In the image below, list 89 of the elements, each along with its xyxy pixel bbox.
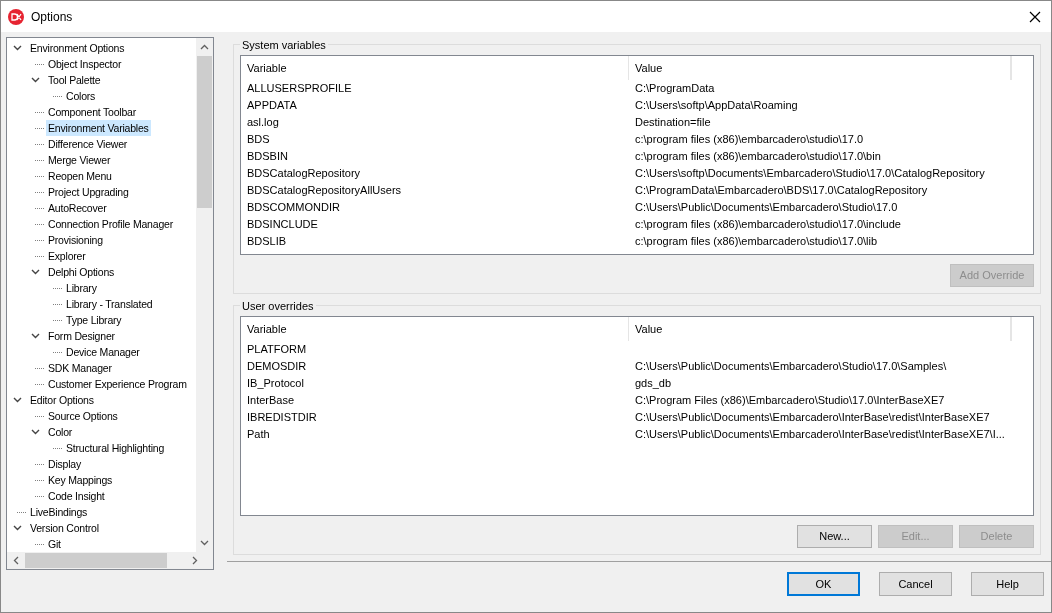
collapse-chevron-icon[interactable] — [31, 429, 40, 435]
tree-item[interactable]: Display — [46, 456, 84, 472]
app-logo-icon — [8, 8, 24, 25]
tree-item[interactable]: LiveBindings — [28, 504, 90, 520]
table-cell: DEMOSDIR — [247, 360, 307, 373]
table-cell: APPDATA — [247, 99, 297, 112]
table-cell: c:\program files (x86)\embarcadero\studio\17.0\lib — [635, 235, 878, 248]
table-cell: BDS — [247, 133, 270, 146]
tree-item[interactable]: Project Upgrading — [46, 184, 131, 200]
table-cell: C:\Users\Public\Documents\Embarcadero\InterBase\redist\InterBaseXE7\I... — [635, 428, 1005, 441]
tree-item[interactable]: Device Manager — [64, 344, 142, 360]
tree-item[interactable]: Customer Experience Program — [46, 376, 189, 392]
tree-item[interactable]: Connection Profile Manager — [46, 216, 175, 232]
tree-item[interactable]: Library - Translated — [64, 296, 155, 312]
tree-item[interactable]: Editor Options — [28, 392, 96, 408]
scroll-right-icon[interactable] — [192, 556, 198, 565]
tree-item[interactable]: Colors — [64, 88, 98, 104]
button[interactable]: Cancel — [879, 572, 952, 596]
tree-item[interactable]: Key Mappings — [46, 472, 115, 488]
tree-item[interactable]: Environment Options — [28, 40, 127, 56]
table-cell: IB_Protocol — [247, 377, 304, 390]
table-cell: Destination=file — [635, 116, 711, 129]
close-icon[interactable] — [1029, 10, 1041, 23]
scroll-thumb[interactable] — [25, 553, 167, 568]
collapse-chevron-icon[interactable] — [31, 333, 40, 339]
table-cell: asl.log — [247, 116, 279, 129]
scroll-down-icon[interactable] — [200, 540, 209, 546]
tree-item[interactable]: Explorer — [46, 248, 88, 264]
scroll-thumb[interactable] — [197, 56, 212, 208]
tree-item[interactable]: Library — [64, 280, 99, 296]
table-cell: BDSBIN — [247, 150, 288, 163]
tree-item[interactable]: Merge Viewer — [46, 152, 113, 168]
table-cell: C:\Users\softp\Documents\Embarcadero\Studio\17.0\CatalogRepository — [635, 167, 985, 180]
tree-item[interactable]: Color — [46, 424, 75, 440]
column-header[interactable]: Variable — [241, 317, 629, 341]
window-title: Options — [31, 8, 73, 26]
table-cell: ALLUSERSPROFILE — [247, 82, 352, 95]
tree-item[interactable]: Difference Viewer — [46, 136, 130, 152]
tree-item[interactable]: Object Inspector — [46, 56, 124, 72]
column-header[interactable]: Value — [629, 317, 1011, 341]
collapse-chevron-icon[interactable] — [13, 525, 22, 531]
table-cell: BDSLIB — [247, 235, 287, 248]
column-header[interactable]: Variable — [241, 56, 629, 80]
tree-item[interactable]: Delphi Options — [46, 264, 117, 280]
tree-item[interactable]: Environment Variables — [46, 120, 151, 136]
table-cell: C:\Program Files (x86)\Embarcadero\Studio\17.0\InterBaseXE7 — [635, 394, 945, 407]
table-cell: BDSCatalogRepositoryAllUsers — [247, 184, 402, 197]
table-cell: PLATFORM — [247, 343, 307, 356]
collapse-chevron-icon[interactable] — [31, 269, 40, 275]
vertical-scrollbar[interactable] — [196, 38, 213, 552]
table-cell: C:\Users\Public\Documents\Embarcadero\InterBase\redist\InterBaseXE7 — [635, 411, 990, 424]
table-cell: BDSCOMMONDIR — [247, 201, 340, 214]
scroll-up-icon[interactable] — [200, 44, 209, 50]
table-cell: C:\Users\Public\Documents\Embarcadero\Studio\17.0\Samples\ — [635, 360, 947, 373]
collapse-chevron-icon[interactable] — [13, 45, 22, 51]
table-cell: InterBase — [247, 394, 295, 407]
scroll-left-icon[interactable] — [13, 556, 19, 565]
tree-item[interactable]: Form Designer — [46, 328, 117, 344]
table-cell: BDSCatalogRepository — [247, 167, 361, 180]
horizontal-scrollbar[interactable] — [7, 552, 213, 569]
collapse-chevron-icon[interactable] — [31, 77, 40, 83]
tree-item[interactable]: Structural Highlighting — [64, 440, 167, 456]
button[interactable]: New... — [797, 525, 872, 548]
table-cell: C:\Users\softp\AppData\Roaming — [635, 99, 798, 112]
tree-item[interactable]: Reopen Menu — [46, 168, 114, 184]
table-cell: BDSINCLUDE — [247, 218, 318, 231]
tree-item[interactable]: Component Toolbar — [46, 104, 139, 120]
tree-item[interactable]: SDK Manager — [46, 360, 114, 376]
table-cell: c:\program files (x86)\embarcadero\studio\17.0\bin — [635, 150, 881, 163]
button[interactable]: Help — [971, 572, 1044, 596]
table-cell: c:\program files (x86)\embarcadero\studio\17.0\include — [635, 218, 901, 231]
table-cell: gds_db — [635, 377, 672, 390]
collapse-chevron-icon[interactable] — [13, 397, 22, 403]
column-header[interactable]: Value — [629, 56, 1011, 80]
table-cell: C:\ProgramData — [635, 82, 715, 95]
table-cell: C:\Users\Public\Documents\Embarcadero\Studio\17.0 — [635, 201, 898, 214]
tree-item[interactable]: Source Options — [46, 408, 120, 424]
tree-item[interactable]: Code Insight — [46, 488, 107, 504]
tree-item[interactable]: Version Control — [28, 520, 101, 536]
tree-item[interactable]: Provisioning — [46, 232, 105, 248]
tree-item[interactable]: Tool Palette — [46, 72, 103, 88]
tree-item[interactable]: AutoRecover — [46, 200, 109, 216]
button[interactable]: OK — [787, 572, 860, 596]
table-cell: IBREDISTDIR — [247, 411, 317, 424]
table-cell: c:\program files (x86)\embarcadero\studio\17.0 — [635, 133, 864, 146]
tree-item[interactable]: Git — [46, 536, 63, 552]
tree-item[interactable]: Type Library — [64, 312, 124, 328]
table-cell: Path — [247, 428, 270, 441]
table-cell: C:\ProgramData\Embarcadero\BDS\17.0\CatalogRepository — [635, 184, 928, 197]
